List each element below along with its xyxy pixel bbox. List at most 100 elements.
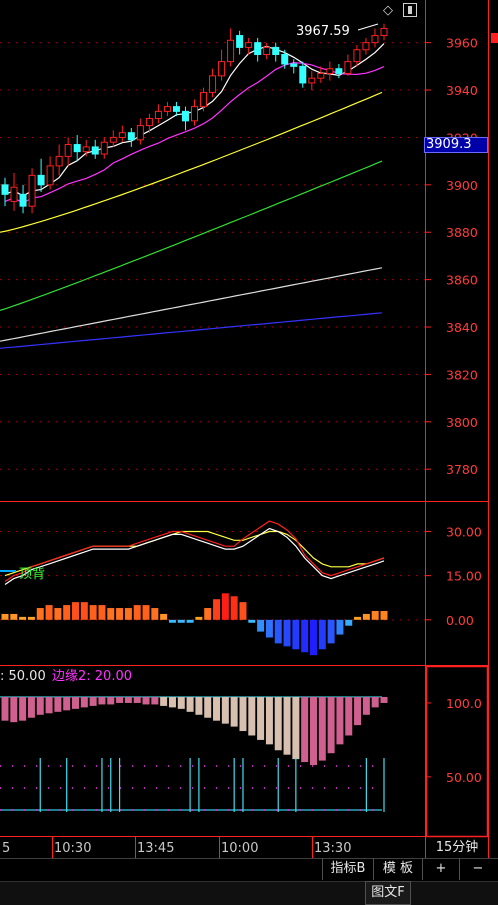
candle-body xyxy=(344,61,352,74)
macd-bar xyxy=(116,608,124,620)
period-button[interactable]: 15分钟 xyxy=(426,838,488,858)
indicator-bar xyxy=(336,696,344,745)
price-tick-label: 3860 xyxy=(446,273,478,288)
macd-tick-label: 15.00 xyxy=(446,569,482,584)
indicator-bar xyxy=(345,696,353,736)
macd-bar xyxy=(265,619,273,638)
candle-body xyxy=(19,193,27,207)
time-tick-label: 5 xyxy=(2,841,10,856)
macd-bar xyxy=(257,619,265,632)
macd-bar xyxy=(160,613,168,620)
macd-bar xyxy=(204,608,212,620)
macd-axis-labels: 30.00 15.00 0.00 xyxy=(446,524,482,627)
indicator-b-button[interactable]: 指标B xyxy=(322,858,373,880)
indicator-axis-labels: 100.0 50.00 xyxy=(446,696,482,785)
indicator-bar xyxy=(36,696,44,715)
price-tick-label: 3940 xyxy=(446,83,478,98)
indicator-bar xyxy=(63,696,71,711)
indicator-bars xyxy=(1,696,388,766)
zoom-out-button[interactable]: − xyxy=(459,858,496,880)
macd-bar xyxy=(292,619,300,650)
indicator-bar xyxy=(354,696,362,726)
candle-body xyxy=(209,75,217,93)
indicator-bar xyxy=(380,696,388,703)
candle-body xyxy=(100,141,108,155)
diamond-icon[interactable]: ◇ xyxy=(383,4,397,18)
template-button[interactable]: 模 板 xyxy=(373,858,422,880)
macd-bar xyxy=(301,619,309,653)
current-price-label: 3909.3 xyxy=(426,137,472,152)
candle-body xyxy=(163,106,171,112)
macd-bar xyxy=(80,602,88,620)
indicator-bar xyxy=(213,696,221,721)
candle-body xyxy=(299,65,307,84)
indicator-bar xyxy=(230,696,238,727)
macd-bar xyxy=(336,619,344,635)
time-tick-label: 10:30 xyxy=(54,841,91,856)
indicator-bar xyxy=(27,696,35,718)
indicator-tick-label: 100.0 xyxy=(446,696,482,711)
candle-body xyxy=(28,174,36,207)
macd-bar xyxy=(327,619,335,644)
price-tick-label: 3960 xyxy=(446,36,478,51)
macd-bar xyxy=(72,602,80,620)
candle-body xyxy=(145,117,153,127)
indicator-bar xyxy=(107,696,115,705)
candle-body xyxy=(308,77,316,84)
macd-tick-label: 30.00 xyxy=(446,524,482,539)
macd-bar xyxy=(36,608,44,620)
side-panel-top-marker xyxy=(491,33,498,43)
candle-body xyxy=(245,42,253,48)
time-tick-label: 13:30 xyxy=(314,841,351,856)
candle-body xyxy=(200,91,208,108)
indicator-bar xyxy=(72,696,80,709)
macd-bar xyxy=(195,616,203,620)
candle-body xyxy=(335,68,343,74)
candle-body xyxy=(127,132,135,141)
dif-line xyxy=(4,520,385,582)
candle-body xyxy=(353,49,361,63)
macd-bar xyxy=(239,602,247,620)
candle-body xyxy=(10,186,18,202)
indicator-bar xyxy=(362,696,370,715)
candle-body xyxy=(82,146,90,153)
candle-body xyxy=(326,68,334,74)
macd-bar xyxy=(168,619,176,623)
indicator-bar xyxy=(283,696,291,755)
zoom-in-button[interactable]: + xyxy=(422,858,459,880)
indicator-bar xyxy=(221,696,229,724)
dea-line xyxy=(4,530,385,577)
indicator-bar xyxy=(186,696,194,712)
indicator-bar xyxy=(98,696,106,705)
candle-body xyxy=(371,35,379,44)
macd-histogram xyxy=(1,593,388,656)
candle-body xyxy=(46,165,54,186)
macd-bar xyxy=(345,619,353,626)
candle-body xyxy=(181,110,189,122)
bottom-tab-text[interactable]: 图文F xyxy=(365,881,411,905)
indicator-bar xyxy=(89,696,97,706)
indicator-bar xyxy=(168,696,176,708)
candle-body xyxy=(281,54,289,65)
macd-bar xyxy=(221,593,229,620)
indicator-bar xyxy=(19,696,27,721)
candle-body xyxy=(73,144,81,153)
main-grid xyxy=(0,42,431,470)
side-panel-strip[interactable] xyxy=(488,0,498,860)
window-toggle-icon[interactable] xyxy=(403,3,417,17)
macd-bar xyxy=(213,599,221,620)
stock-chart[interactable]: 3960394039203900388038603840382038003780… xyxy=(0,0,498,904)
candle-body xyxy=(55,155,63,167)
candle-body xyxy=(1,184,9,195)
candle-body xyxy=(263,46,271,56)
indicator-bar xyxy=(80,696,88,708)
indicator-bar xyxy=(309,696,317,766)
time-tick-label: 10:00 xyxy=(221,841,258,856)
candle-body xyxy=(136,125,144,141)
macd-bar xyxy=(142,605,150,620)
time-axis: 5 10:30 13:45 10:00 13:30 xyxy=(2,836,351,858)
price-tick-label: 3800 xyxy=(446,415,478,430)
price-axis-labels: 3960394039203900388038603840382038003780 xyxy=(446,36,478,478)
macd-bar xyxy=(54,608,62,620)
indicator-bar xyxy=(239,696,247,732)
